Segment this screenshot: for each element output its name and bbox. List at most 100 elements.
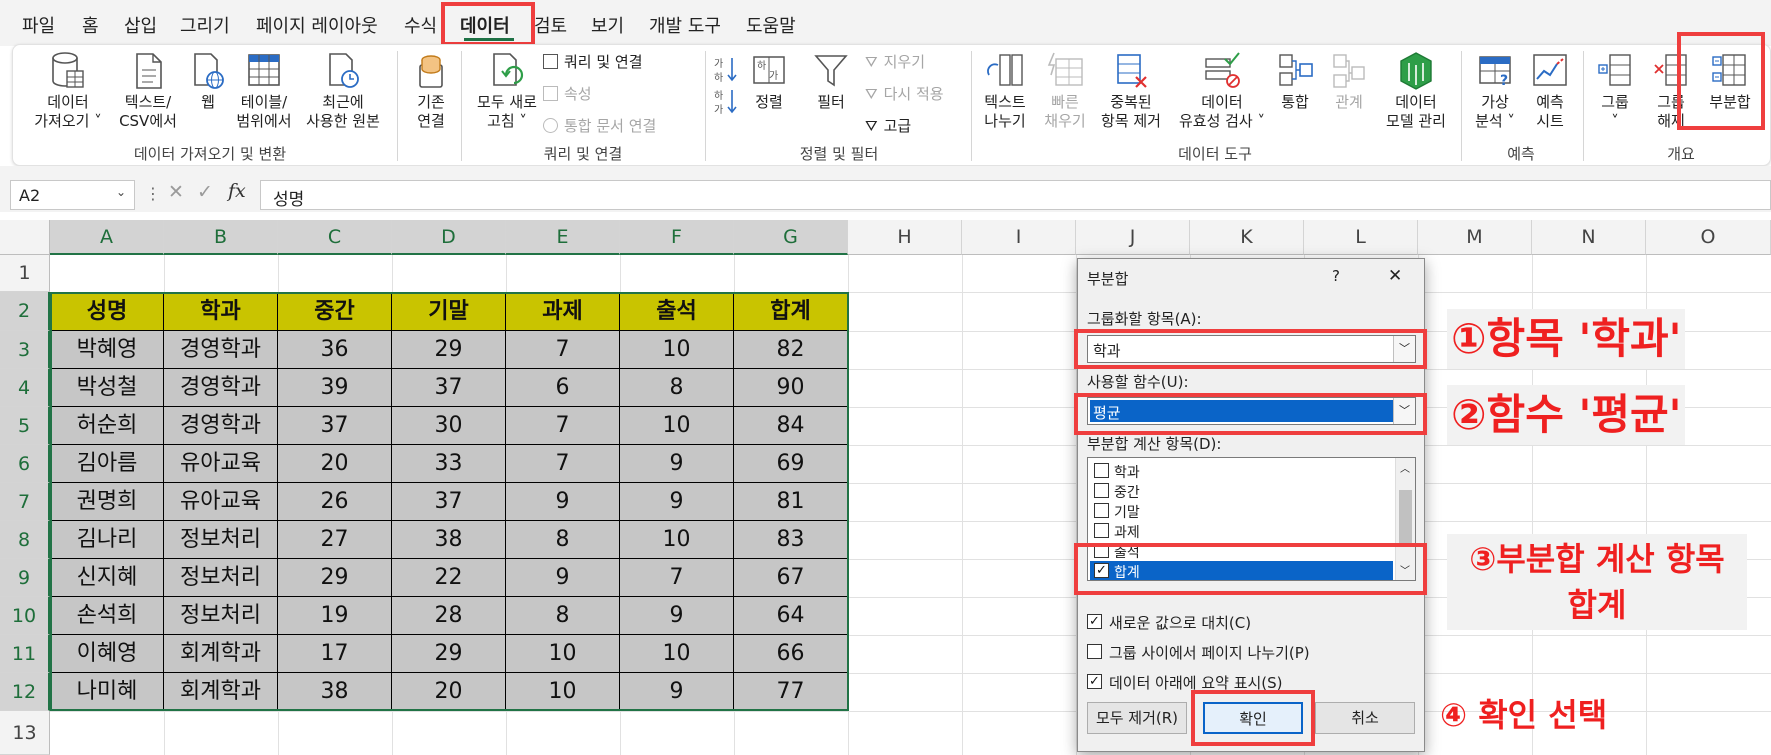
queries-connections-button[interactable]: 쿼리 및 연결 [543,51,643,72]
table-cell[interactable]: 6 [506,369,620,407]
sort-az-button[interactable]: 가하 하가 [711,55,739,119]
chevron-down-icon[interactable]: ⌄ [116,185,126,199]
table-cell[interactable]: 33 [392,445,506,483]
table-cell[interactable]: 7 [620,559,734,597]
tab-developer[interactable]: 개발 도구 [649,12,721,38]
row-header-2[interactable]: 2 [0,292,50,331]
table-cell[interactable]: 30 [392,407,506,445]
table-cell[interactable]: 10 [506,673,620,711]
column-header-h[interactable]: H [848,220,962,255]
clear-filter-button[interactable]: ⛛ 지우기 [865,51,925,72]
table-cell[interactable]: 이혜영 [50,635,164,673]
tab-review[interactable]: 검토 [534,12,567,38]
consolidate-button[interactable]: 통합 [1271,51,1319,112]
table-header-cell[interactable]: 합계 [734,292,848,331]
table-cell[interactable]: 8 [506,521,620,559]
field-item[interactable]: 과제 [1090,521,1393,541]
field-checkbox[interactable] [1094,523,1109,538]
row-header-1[interactable]: 1 [0,255,50,292]
table-cell[interactable]: 26 [278,483,392,521]
tab-draw[interactable]: 그리기 [180,12,230,38]
row-header-6[interactable]: 6 [0,445,50,483]
table-header-cell[interactable]: 학과 [164,292,278,331]
tab-insert[interactable]: 삽입 [124,12,157,38]
text-csv-button[interactable]: 텍스트/ CSV에서 [109,51,187,131]
table-cell[interactable]: 신지혜 [50,559,164,597]
row-header-8[interactable]: 8 [0,521,50,559]
field-checkbox[interactable] [1094,503,1109,518]
table-cell[interactable]: 정보처리 [164,597,278,635]
tab-file[interactable]: 파일 [22,12,55,38]
table-header-cell[interactable]: 기말 [392,292,506,331]
table-cell[interactable]: 64 [734,597,848,635]
column-header-e[interactable]: E [506,220,620,255]
table-cell[interactable]: 유아교육 [164,483,278,521]
select-all-corner[interactable] [0,220,50,255]
field-checkbox[interactable] [1094,463,1109,478]
table-cell[interactable]: 박성철 [50,369,164,407]
table-cell[interactable]: 8 [506,597,620,635]
column-header-n[interactable]: N [1532,220,1646,255]
table-cell[interactable]: 8 [620,369,734,407]
field-item[interactable]: 기말 [1090,501,1393,521]
table-cell[interactable]: 권명희 [50,483,164,521]
cancel-entry-icon[interactable]: ✕ [168,181,184,203]
table-cell[interactable]: 67 [734,559,848,597]
tab-view[interactable]: 보기 [591,12,624,38]
table-cell[interactable]: 유아교육 [164,445,278,483]
row-header-12[interactable]: 12 [0,673,50,711]
row-header-13[interactable]: 13 [0,711,50,755]
data-model-button[interactable]: 데이터 모델 관리 [1377,51,1455,131]
table-cell[interactable]: 경영학과 [164,407,278,445]
column-header-b[interactable]: B [164,220,278,255]
table-cell[interactable]: 9 [620,445,734,483]
reapply-button[interactable]: ⛛ 다시 적용 [865,83,944,104]
table-cell[interactable]: 10 [620,331,734,369]
table-cell[interactable]: 10 [620,521,734,559]
table-cell[interactable]: 회계학과 [164,673,278,711]
table-cell[interactable]: 19 [278,597,392,635]
tab-page-layout[interactable]: 페이지 레이아웃 [256,12,378,38]
table-cell[interactable]: 29 [278,559,392,597]
row-header-7[interactable]: 7 [0,483,50,521]
column-header-j[interactable]: J [1076,220,1190,255]
get-data-button[interactable]: 데이터 가져오기 ˅ [29,51,107,131]
column-header-m[interactable]: M [1418,220,1532,255]
advanced-filter-button[interactable]: ⛛ 고급 [865,115,911,136]
table-cell[interactable]: 경영학과 [164,331,278,369]
table-cell[interactable]: 37 [392,369,506,407]
table-cell[interactable]: 36 [278,331,392,369]
table-cell[interactable]: 29 [392,331,506,369]
table-cell[interactable]: 김나리 [50,521,164,559]
table-cell[interactable]: 나미혜 [50,673,164,711]
cancel-button[interactable]: 취소 [1315,702,1415,734]
table-cell[interactable]: 28 [392,597,506,635]
table-cell[interactable]: 66 [734,635,848,673]
table-cell[interactable]: 정보처리 [164,521,278,559]
table-header-cell[interactable]: 성명 [50,292,164,331]
table-cell[interactable]: 10 [506,635,620,673]
table-cell[interactable]: 김아름 [50,445,164,483]
option-checkbox[interactable]: ✓ [1087,614,1102,629]
column-header-a[interactable]: A [50,220,164,255]
table-header-cell[interactable]: 과제 [506,292,620,331]
formula-input[interactable]: 성명 [260,180,1771,210]
chevron-up-icon[interactable]: ︿ [1400,460,1410,475]
tab-home[interactable]: 홈 [82,12,99,38]
data-validation-button[interactable]: 데이터 유효성 검사 ˅ [1173,51,1271,131]
remove-duplicates-button[interactable]: 중복된 항목 제거 [1089,51,1173,131]
table-cell[interactable]: 38 [392,521,506,559]
row-header-5[interactable]: 5 [0,407,50,445]
table-cell[interactable]: 9 [620,673,734,711]
table-cell[interactable]: 82 [734,331,848,369]
table-header-cell[interactable]: 중간 [278,292,392,331]
text-to-columns-button[interactable]: 텍스트 나누기 [975,51,1035,131]
option-row[interactable]: 그룹 사이에서 페이지 나누기(P) [1087,641,1417,663]
refresh-all-button[interactable]: 모두 새로 고침 ˅ [467,51,547,131]
option-checkbox[interactable] [1087,644,1102,659]
more-icon[interactable]: ⋮ [145,184,161,203]
insert-function-icon[interactable]: fx [228,180,246,202]
table-cell[interactable]: 90 [734,369,848,407]
tab-formulas[interactable]: 수식 [404,12,437,38]
table-cell[interactable]: 9 [506,483,620,521]
